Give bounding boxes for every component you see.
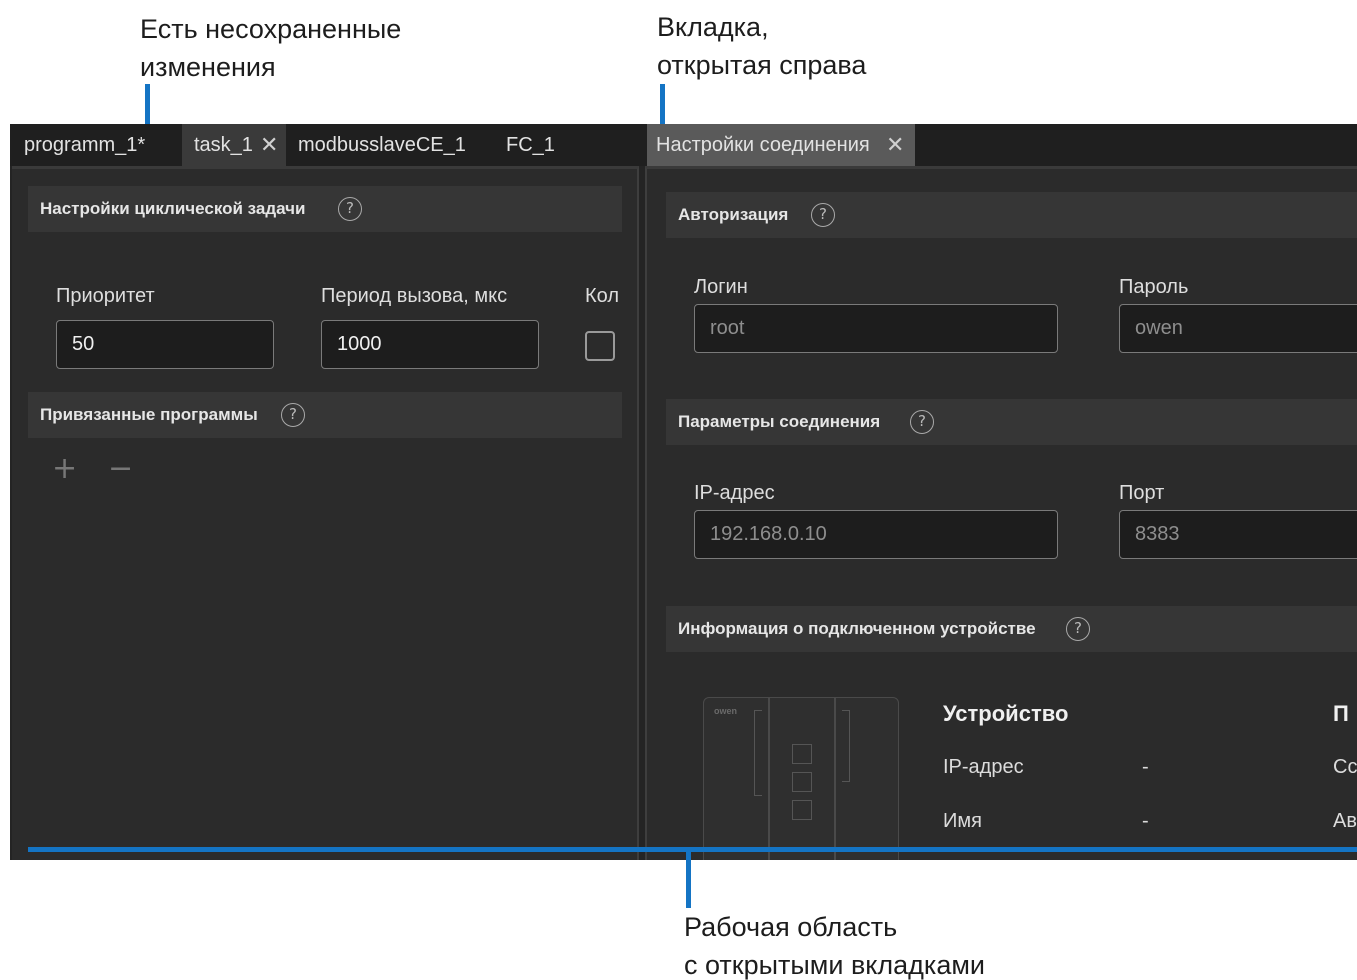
callout-marker-workspace <box>686 850 691 908</box>
device-slot <box>792 800 812 820</box>
section-linked-programs: Привязанные программы ? <box>28 392 622 438</box>
ip-input[interactable]: 192.168.0.10 <box>694 510 1058 559</box>
tab-label: programm_1* <box>24 134 146 156</box>
close-icon[interactable]: ✕ <box>260 124 278 166</box>
device-bracket <box>754 710 762 796</box>
port-label: Порт <box>1119 482 1165 504</box>
section-title: Авторизация <box>678 205 789 224</box>
tab-label: modbusslaveCE_1 <box>298 134 466 156</box>
password-label: Пароль <box>1119 276 1189 298</box>
tab-modbusslave[interactable]: modbusslaveCE_1 <box>286 124 480 166</box>
device-slot <box>792 744 812 764</box>
section-cyclic-task: Настройки циклической задачи ? <box>28 186 622 232</box>
tab-task-1[interactable]: task_1 ✕ <box>182 124 286 166</box>
callout-right-tab: Вкладка, открытая справа <box>657 12 867 80</box>
device-extra-2: Ав <box>1333 810 1357 832</box>
help-icon[interactable]: ? <box>1066 617 1090 641</box>
priority-label: Приоритет <box>56 285 155 307</box>
right-editor-panel: Авторизация ? Логин root Пароль owen Пар… <box>645 166 1357 860</box>
section-authorization: Авторизация ? <box>666 192 1357 238</box>
device-ip-value: - <box>1142 756 1149 778</box>
device-name-value: - <box>1142 810 1149 832</box>
device-slot <box>792 772 812 792</box>
help-icon[interactable]: ? <box>338 197 362 221</box>
section-title: Параметры соединения <box>678 412 881 431</box>
port-input[interactable]: 8383 <box>1119 510 1357 559</box>
device-name-label: Имя <box>943 810 982 832</box>
left-tab-bar: programm_1* task_1 ✕ modbusslaveCE_1 FC_… <box>10 124 643 166</box>
tab-label: FC_1 <box>506 134 555 156</box>
add-program-button[interactable]: + <box>52 451 77 486</box>
login-input[interactable]: root <box>694 304 1058 353</box>
count-checkbox[interactable] <box>585 331 615 361</box>
section-device-info: Информация о подключенном устройстве ? <box>666 606 1357 652</box>
device-bracket <box>842 710 850 782</box>
workspace: programm_1* task_1 ✕ modbusslaveCE_1 FC_… <box>10 124 1357 860</box>
device-extra-1: Сс <box>1333 756 1357 778</box>
tab-connection-settings[interactable]: Настройки соединения ✕ <box>647 124 915 166</box>
device-info-heading: Устройство <box>943 701 1069 726</box>
ip-label: IP-адрес <box>694 482 775 504</box>
device-ip-label: IP-адрес <box>943 756 1024 778</box>
close-icon[interactable]: ✕ <box>886 124 904 166</box>
right-tab-bar: Настройки соединения ✕ <box>643 124 1357 166</box>
workspace-underline <box>28 847 1357 852</box>
tab-programm-1[interactable]: programm_1* <box>10 124 182 166</box>
device-image: owen <box>703 697 899 860</box>
period-input[interactable]: 1000 <box>321 320 539 369</box>
section-title: Настройки циклической задачи <box>40 199 306 218</box>
tab-label: task_1 <box>194 134 253 156</box>
callout-unsaved-changes: Есть несохраненные изменения <box>140 14 402 82</box>
priority-input[interactable]: 50 <box>56 320 274 369</box>
section-title: Привязанные программы <box>40 405 258 424</box>
callout-workspace: Рабочая область с открытыми вкладками <box>684 912 985 980</box>
remove-program-button[interactable]: − <box>108 451 133 486</box>
device-divider <box>768 698 770 860</box>
device-divider <box>834 698 836 860</box>
section-title: Информация о подключенном устройстве <box>678 619 1036 638</box>
tab-label: Настройки соединения <box>656 134 870 156</box>
help-icon[interactable]: ? <box>281 403 305 427</box>
section-connection-params: Параметры соединения ? <box>666 399 1357 445</box>
period-label: Период вызова, мкс <box>321 285 508 307</box>
device-info-heading-2: П <box>1333 701 1349 726</box>
password-input[interactable]: owen <box>1119 304 1357 353</box>
tab-fc-1[interactable]: FC_1 <box>496 124 576 166</box>
login-label: Логин <box>694 276 748 298</box>
left-editor-panel: Настройки циклической задачи ? Приоритет… <box>12 166 639 860</box>
count-label: Кол <box>585 285 620 307</box>
help-icon[interactable]: ? <box>811 203 835 227</box>
help-icon[interactable]: ? <box>910 410 934 434</box>
device-brand-logo: owen <box>714 706 738 716</box>
